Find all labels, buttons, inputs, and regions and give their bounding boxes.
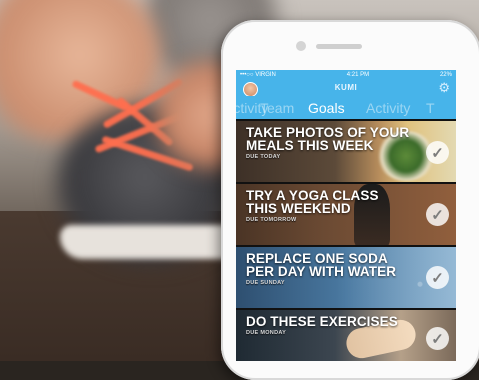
goal-due: DUE TOMORROW — [246, 217, 297, 223]
carrier-label: •••○○ VIRGIN — [240, 72, 276, 78]
tab-partial[interactable]: T — [426, 100, 446, 116]
phone-speaker — [316, 44, 362, 49]
goal-due: DUE SUNDAY — [246, 280, 285, 286]
tab-team[interactable]: Team — [260, 100, 308, 116]
goal-title: DO THESE EXERCISES — [246, 314, 398, 329]
goal-text: DO THESE EXERCISES DUE MONDAY — [246, 315, 411, 336]
checkmark-icon[interactable]: ✓ — [426, 141, 449, 164]
checkmark-icon[interactable]: ✓ — [426, 327, 449, 350]
goal-due: DUE MONDAY — [246, 330, 287, 336]
tab-activity-left[interactable]: Activity — [236, 100, 268, 116]
tab-activity[interactable]: Activity — [366, 100, 426, 116]
phone-screen: •••○○ VIRGIN 4:21 PM 22% KUMI ⚙ Activity… — [236, 70, 456, 361]
goal-text: TAKE PHOTOS OF YOUR MEALS THIS WEEK DUE … — [246, 126, 411, 160]
app-title: KUMI — [334, 83, 358, 92]
clock: 4:21 PM — [346, 72, 370, 78]
checkmark-icon[interactable]: ✓ — [426, 203, 449, 226]
battery-label: 22% — [439, 72, 452, 78]
goal-card[interactable]: REPLACE ONE SODA PER DAY WITH WATER DUE … — [236, 245, 456, 308]
tab-goals[interactable]: Goals — [308, 100, 366, 116]
goal-card[interactable]: TAKE PHOTOS OF YOUR MEALS THIS WEEK DUE … — [236, 119, 456, 182]
checkmark-icon[interactable]: ✓ — [426, 266, 449, 289]
tab-bar: Activity Team Goals Activity T — [236, 96, 456, 119]
status-bar: •••○○ VIRGIN 4:21 PM 22% — [236, 70, 456, 80]
goal-due: DUE TODAY — [246, 154, 281, 160]
goal-text: REPLACE ONE SODA PER DAY WITH WATER DUE … — [246, 252, 411, 286]
goal-text: TRY A YOGA CLASS THIS WEEKEND DUE TOMORR… — [246, 189, 411, 223]
goal-title: REPLACE ONE SODA PER DAY WITH WATER — [246, 251, 397, 279]
goal-title: TAKE PHOTOS OF YOUR MEALS THIS WEEK — [246, 125, 410, 153]
goal-title: TRY A YOGA CLASS THIS WEEKEND — [246, 188, 379, 216]
app-header: KUMI ⚙ — [236, 80, 456, 97]
goal-card[interactable]: DO THESE EXERCISES DUE MONDAY ✓ — [236, 308, 456, 361]
goal-card[interactable]: TRY A YOGA CLASS THIS WEEKEND DUE TOMORR… — [236, 182, 456, 245]
gear-icon[interactable]: ⚙ — [438, 80, 450, 96]
phone-camera — [296, 41, 306, 51]
